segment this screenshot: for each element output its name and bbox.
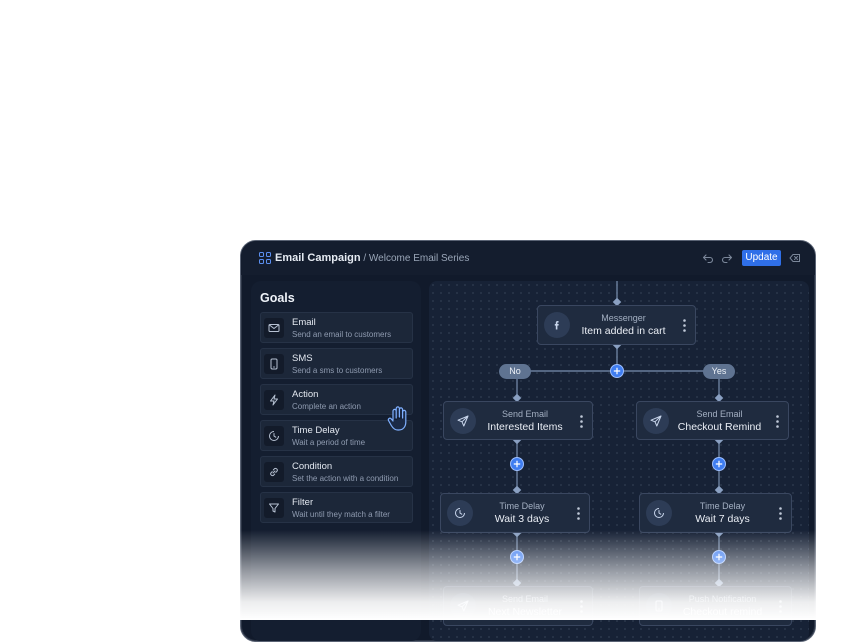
clock-icon — [455, 508, 465, 518]
more-options-icon[interactable] — [779, 507, 782, 520]
goal-description: Complete an action — [292, 402, 361, 411]
node-label: Wait 7 days — [695, 513, 750, 525]
node-label: Wait 3 days — [494, 513, 550, 525]
node-type: Send Email — [501, 594, 549, 604]
link-icon — [270, 467, 278, 477]
add-step-icon[interactable] — [712, 457, 726, 471]
top-bar: Email Campaign / Welcome Email Series Up… — [241, 241, 815, 275]
more-options-icon[interactable] — [577, 507, 580, 520]
more-options-icon[interactable] — [779, 600, 782, 613]
goal-name: Time Delay — [292, 425, 340, 436]
close-icon[interactable] — [789, 252, 801, 264]
trigger-node[interactable]: Messenger Item added in cart — [537, 305, 696, 345]
branch-yes-label[interactable]: Yes — [703, 364, 735, 379]
lightning-icon — [270, 394, 278, 406]
node-label: Checkout remind — [682, 606, 763, 618]
node-type: Time Delay — [699, 501, 746, 511]
add-step-icon[interactable] — [510, 550, 524, 564]
more-options-icon[interactable] — [683, 319, 686, 332]
goal-name: Filter — [292, 497, 314, 508]
node-type: Time Delay — [499, 501, 545, 511]
node-label: Next Newsletter — [487, 606, 563, 618]
update-button[interactable]: Update — [742, 250, 781, 266]
sidebar-title: Goals — [260, 291, 295, 305]
facebook-icon — [554, 321, 559, 330]
node-label: Checkout Remind — [677, 421, 762, 433]
flow-node-right-1[interactable]: Send Email Checkout Remind — [636, 401, 789, 440]
clock-icon — [654, 508, 664, 518]
breadcrumb-current[interactable]: Welcome Email Series — [369, 253, 469, 264]
more-options-icon[interactable] — [580, 415, 583, 428]
flow-node-right-2[interactable]: Time Delay Wait 7 days — [639, 493, 792, 533]
send-icon — [457, 415, 469, 427]
goal-description: Send an email to customers — [292, 330, 392, 339]
mail-icon — [268, 324, 280, 332]
goal-item-filter[interactable]: Filter Wait until they match a filter — [260, 492, 413, 523]
add-step-icon[interactable] — [510, 457, 524, 471]
clock-icon — [269, 431, 279, 441]
node-type: Messenger — [601, 313, 646, 323]
add-step-icon[interactable] — [610, 364, 624, 378]
flow-node-left-1[interactable]: Send Email Interested Items — [443, 401, 593, 440]
goals-sidebar: Goals Email Send an email to customers S… — [251, 281, 421, 641]
goal-description: Set the action with a condition — [292, 474, 399, 483]
more-options-icon[interactable] — [580, 600, 583, 613]
more-options-icon[interactable] — [776, 415, 779, 428]
goal-item-condition[interactable]: Condition Set the action with a conditio… — [260, 456, 413, 487]
breadcrumb: Email Campaign / Welcome Email Series — [275, 252, 469, 264]
goal-name: Action — [292, 389, 319, 400]
flow-node-right-3[interactable]: Push Notification Checkout remind — [639, 586, 792, 626]
flow-node-left-2[interactable]: Time Delay Wait 3 days — [440, 493, 590, 533]
breadcrumb-separator: / — [360, 253, 369, 264]
goal-description: Send a sms to customers — [292, 366, 383, 375]
goal-description: Wait a period of time — [292, 438, 366, 447]
node-label: Interested Items — [487, 421, 563, 433]
node-type: Send Email — [501, 409, 549, 419]
workflow-canvas[interactable]: No Yes Messenger Item added in cart Send… — [429, 281, 809, 641]
flow-node-left-3[interactable]: Send Email Next Newsletter — [443, 586, 593, 626]
goal-item-sms[interactable]: SMS Send a sms to customers — [260, 348, 413, 379]
goal-item-email[interactable]: Email Send an email to customers — [260, 312, 413, 343]
add-step-icon[interactable] — [712, 550, 726, 564]
phone-icon — [270, 358, 278, 370]
node-label: Item added in cart — [581, 325, 666, 337]
node-type: Send Email — [696, 409, 743, 419]
undo-icon[interactable] — [702, 252, 714, 264]
page-title: Email Campaign — [275, 252, 361, 264]
branch-no-label[interactable]: No — [499, 364, 531, 379]
drag-hand-cursor-icon — [387, 406, 407, 431]
goal-name: Condition — [292, 461, 333, 472]
node-type: Push Notification — [688, 594, 757, 604]
goal-description: Wait until they match a filter — [292, 510, 390, 519]
filter-icon — [269, 503, 279, 513]
goal-name: Email — [292, 317, 316, 328]
goal-name: SMS — [292, 353, 313, 364]
send-icon — [457, 600, 469, 612]
app-window: Email Campaign / Welcome Email Series Up… — [240, 240, 816, 642]
workflow-icon — [259, 252, 271, 264]
redo-icon[interactable] — [721, 252, 733, 264]
phone-icon — [655, 600, 663, 612]
send-icon — [650, 415, 662, 427]
